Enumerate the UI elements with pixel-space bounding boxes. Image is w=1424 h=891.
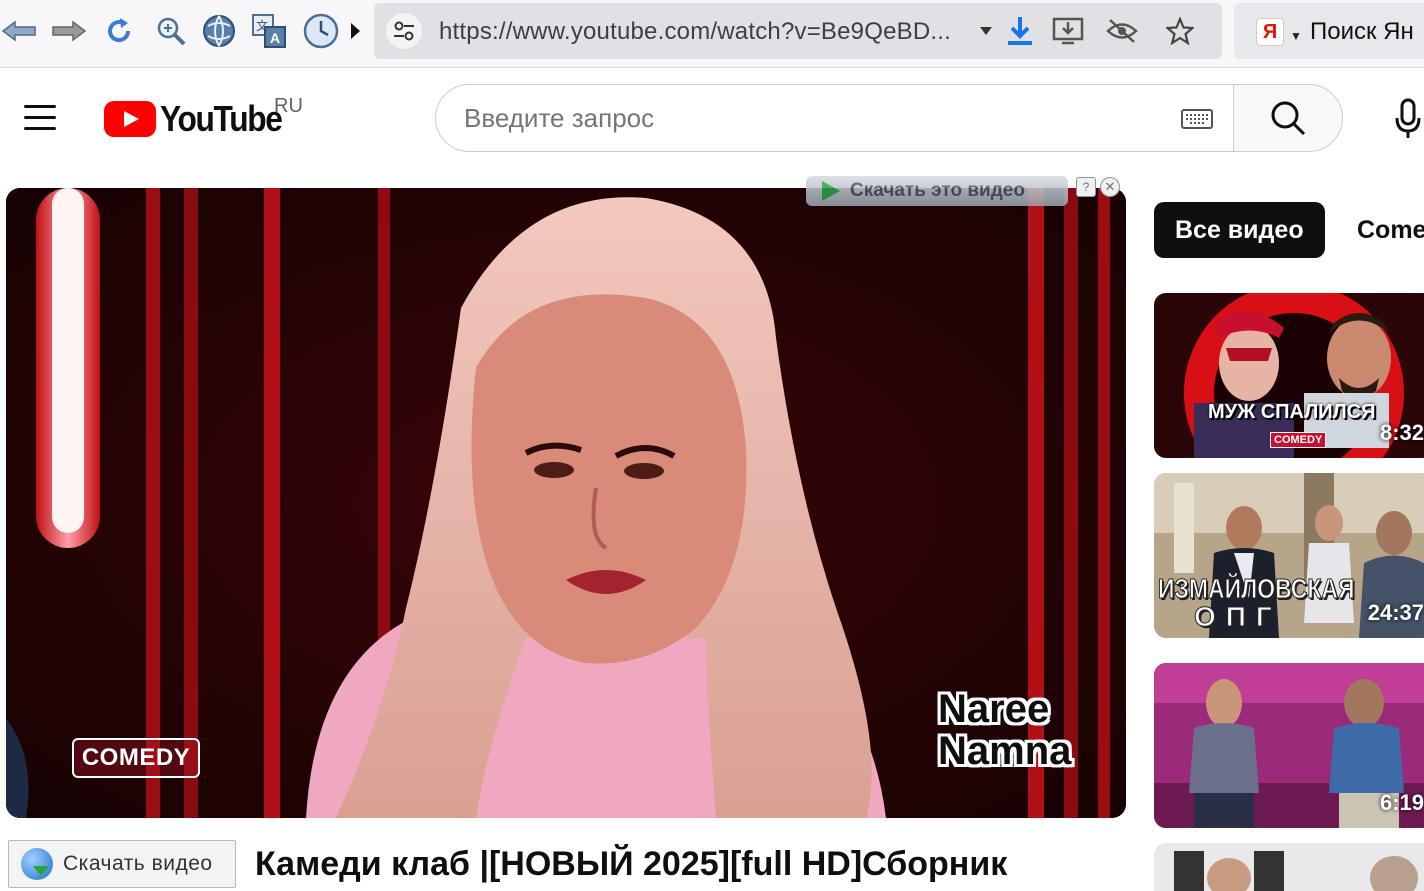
recommendation-thumbnail-3[interactable]: 6:19 xyxy=(1154,663,1424,828)
thumbnail-2-duration: 24:37 xyxy=(1367,600,1424,625)
zoom-icon[interactable] xyxy=(152,12,190,50)
yandex-caret-icon[interactable]: ▼ xyxy=(1290,29,1302,43)
eye-off-icon[interactable] xyxy=(1106,15,1138,47)
video-title: Камеди клаб |[НОВЫЙ 2025][full HD]Сборни… xyxy=(255,845,1008,883)
globe-icon[interactable] xyxy=(200,12,238,50)
recommendation-thumbnail-4[interactable] xyxy=(1154,843,1424,891)
thumbnail-4-image xyxy=(1154,843,1424,891)
dropdown-caret-icon[interactable] xyxy=(970,15,1002,47)
youtube-logo-text: YouTube xyxy=(160,98,283,139)
site-settings-icon[interactable] xyxy=(386,13,422,49)
svg-text:A: A xyxy=(270,30,280,46)
thumbnail-1-caption: МУЖ СПАЛИЛСЯ xyxy=(1208,401,1376,423)
globe-download-icon xyxy=(21,848,53,880)
overlay-help-icon[interactable]: ? xyxy=(1076,177,1096,197)
microphone-icon xyxy=(1395,98,1421,138)
recommendation-thumbnail-1[interactable]: МУЖ СПАЛИЛСЯ COMEDY 8:32 xyxy=(1154,293,1424,458)
clock-icon[interactable] xyxy=(302,12,340,50)
browser-toolbar: A文 https://www.youtube.com/watch?v=Be9Qe… xyxy=(0,0,1424,68)
url-text[interactable]: https://www.youtube.com/watch?v=Be9QeBD.… xyxy=(439,18,951,46)
youtube-logo[interactable]: YouTube xyxy=(104,98,298,139)
yandex-logo-icon: Я xyxy=(1256,18,1284,46)
svg-text:文: 文 xyxy=(256,18,268,33)
search-input[interactable] xyxy=(464,103,1144,134)
comedy-brand-badge: COMEDY xyxy=(72,738,200,778)
bookmark-star-icon[interactable] xyxy=(1164,15,1196,47)
download-overlay: Скачать это видео ? ✕ xyxy=(800,173,1126,209)
thumbnail-3-duration: 6:19 xyxy=(1379,790,1424,815)
download-overlay-button[interactable]: Скачать это видео xyxy=(806,176,1068,206)
reload-icon[interactable] xyxy=(100,12,138,50)
youtube-header: YouTube RU xyxy=(0,69,1424,169)
address-bar[interactable]: https://www.youtube.com/watch?v=Be9QeBD.… xyxy=(374,3,1222,59)
download-video-button[interactable]: Скачать видео xyxy=(8,840,236,888)
yandex-search-box[interactable]: Я ▼ Поиск Ян xyxy=(1234,3,1424,59)
country-code: RU xyxy=(274,95,303,117)
search-box xyxy=(435,84,1233,152)
yandex-search-label[interactable]: Поиск Ян xyxy=(1310,18,1414,46)
download-video-label: Скачать видео xyxy=(63,852,213,875)
recommendation-thumbnail-2[interactable]: ИЗМАЙЛОВСКАЯ ОПГ 24:37 xyxy=(1154,473,1424,638)
forward-icon[interactable] xyxy=(50,12,88,50)
thumbnail-2-caption-line2: ОПГ xyxy=(1194,601,1282,633)
name-caption: Naree Namna xyxy=(938,688,1071,772)
chip-comedy[interactable]: Comedy xyxy=(1336,202,1424,258)
thumbnail-1-badge: COMEDY xyxy=(1270,432,1327,448)
menu-icon[interactable] xyxy=(24,105,58,133)
name-caption-line1: Naree xyxy=(938,687,1050,731)
back-icon[interactable] xyxy=(0,12,38,50)
download-icon[interactable] xyxy=(1004,15,1036,47)
youtube-play-icon xyxy=(104,101,156,137)
thumbnail-1-duration: 8:32 xyxy=(1379,420,1424,445)
play-triangle-icon xyxy=(822,181,840,201)
download-overlay-label: Скачать это видео xyxy=(850,180,1025,201)
microphone-button[interactable] xyxy=(1388,94,1424,144)
search-icon xyxy=(1271,101,1306,136)
more-arrow-icon[interactable] xyxy=(340,12,370,50)
chip-all-videos[interactable]: Все видео xyxy=(1154,202,1325,258)
translate-icon[interactable]: A文 xyxy=(250,12,288,50)
overlay-close-icon[interactable]: ✕ xyxy=(1100,177,1120,197)
keyboard-icon[interactable] xyxy=(1181,109,1213,129)
name-caption-line2: Namna xyxy=(938,729,1072,773)
video-player[interactable]: COMEDY Naree Namna xyxy=(6,188,1126,818)
search-button[interactable] xyxy=(1233,84,1343,152)
install-app-icon[interactable] xyxy=(1052,15,1084,47)
